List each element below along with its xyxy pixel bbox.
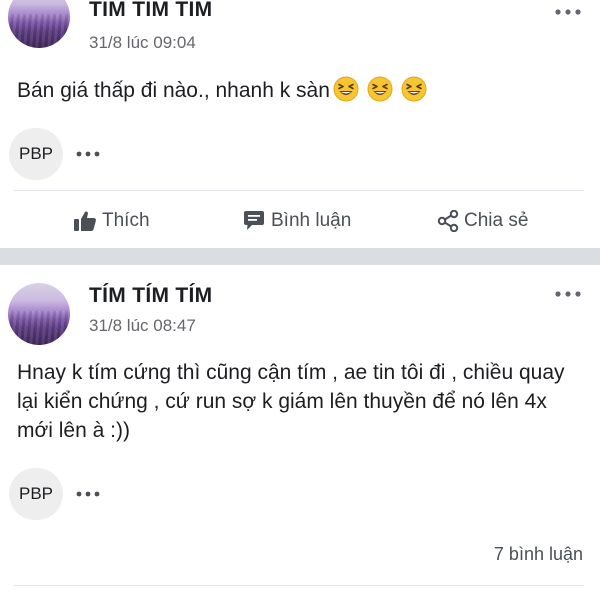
- post-actions: Thích Bình luận Chia sẻ: [0, 203, 600, 239]
- post-1: TÍM TÍM TÍM 31/8 lúc 09:04 Bán giá thấp …: [0, 0, 600, 248]
- post-text: Hnay k tím cứng thì cũng cận tím , ae ti…: [17, 361, 565, 442]
- tag-row: PBP: [9, 128, 101, 180]
- more-tags-icon[interactable]: [75, 488, 101, 500]
- post-body: Hnay k tím cứng thì cũng cận tím , ae ti…: [17, 358, 582, 445]
- more-options-icon[interactable]: [552, 286, 584, 302]
- grinning-squinting-face-icon: [401, 76, 427, 102]
- post-body: Bán giá thấp đi nào., nhanh k sàn: [17, 76, 582, 105]
- share-button[interactable]: Chia sẻ: [437, 203, 528, 239]
- post-text: Bán giá thấp đi nào., nhanh k sàn: [17, 79, 330, 102]
- tag-row: PBP: [9, 468, 101, 520]
- post-separator: [0, 248, 600, 265]
- comment-button[interactable]: Bình luận: [242, 203, 351, 239]
- author-avatar[interactable]: [8, 0, 70, 48]
- comment-count-link[interactable]: 7 bình luận: [494, 544, 583, 565]
- post-timestamp[interactable]: 31/8 lúc 08:47: [89, 316, 196, 336]
- like-label: Thích: [102, 210, 150, 231]
- post-author[interactable]: TÍM TÍM TÍM: [89, 0, 212, 22]
- stock-tag-pill[interactable]: PBP: [9, 468, 63, 520]
- author-avatar[interactable]: [8, 283, 70, 345]
- more-options-icon[interactable]: [552, 4, 584, 20]
- comment-icon: [244, 211, 264, 230]
- thumbs-up-icon: [74, 211, 96, 231]
- share-label: Chia sẻ: [464, 210, 529, 231]
- grinning-squinting-face-icon: [367, 76, 393, 102]
- divider: [14, 190, 584, 191]
- more-tags-icon[interactable]: [75, 148, 101, 160]
- stock-tag-pill[interactable]: PBP: [9, 128, 63, 180]
- divider: [14, 585, 584, 586]
- share-icon: [437, 210, 459, 232]
- post-author[interactable]: TÍM TÍM TÍM: [89, 284, 212, 308]
- post-timestamp[interactable]: 31/8 lúc 09:04: [89, 33, 196, 53]
- like-button[interactable]: Thích: [73, 203, 150, 239]
- grinning-squinting-face-icon: [333, 76, 359, 102]
- comment-label: Bình luận: [271, 210, 352, 231]
